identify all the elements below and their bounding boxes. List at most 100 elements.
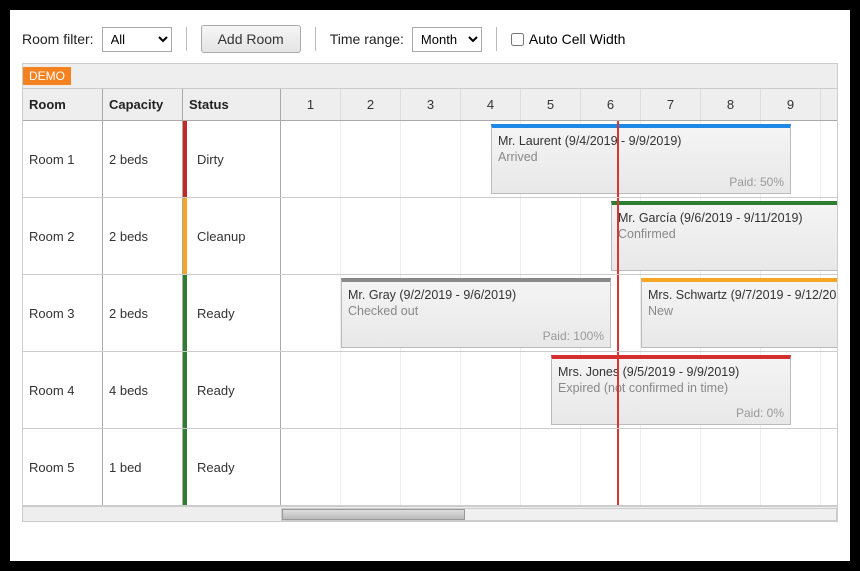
now-marker	[617, 121, 619, 197]
day-header: 6	[581, 89, 641, 120]
demo-badge: DEMO	[23, 67, 71, 85]
reservation-event[interactable]: Mr. García (9/6/2019 - 9/11/2019) Confirm…	[611, 201, 837, 271]
day-col	[401, 198, 461, 274]
day-col	[401, 429, 461, 505]
timeline-body[interactable]	[281, 429, 837, 505]
auto-cell-width-checkbox[interactable]	[511, 33, 524, 46]
status-text: Cleanup	[189, 229, 245, 244]
day-col	[281, 275, 341, 351]
row-left-cols: Room 32 beds Ready	[23, 275, 281, 351]
app-root: Room filter: All Add Room Time range: Mo…	[10, 10, 850, 561]
status-text: Dirty	[189, 152, 224, 167]
rows-container: Room 12 bedsDirtyMr. Laurent (9/4/2019 -…	[23, 121, 837, 506]
row-left-cols: Room 12 bedsDirty	[23, 121, 281, 197]
table-row: Room 32 beds Ready Mr. Gray (9/2/2019 - 9/…	[23, 275, 837, 352]
now-marker	[617, 275, 619, 351]
scheduler: DEMO Room Capacity Status 12345678910 Ro…	[22, 63, 838, 522]
auto-cell-width-label: Auto Cell Width	[529, 31, 625, 47]
event-title: Mrs. Jones (9/5/2019 - 9/9/2019)	[558, 365, 784, 379]
event-title: Mr. García (9/6/2019 - 9/11/2019)	[618, 211, 837, 225]
reservation-event[interactable]: Mr. Gray (9/2/2019 - 9/6/2019)Checked ou…	[341, 278, 611, 348]
event-paid: Paid: 100%	[543, 329, 604, 343]
reservation-event[interactable]: Mrs. Jones (9/5/2019 - 9/9/2019)Expired …	[551, 355, 791, 425]
status-color-bar	[183, 198, 187, 274]
timeline-grid	[281, 429, 837, 505]
day-header: 1	[281, 89, 341, 120]
cell-room: Room 2	[23, 198, 103, 274]
event-status: Confirmed	[618, 227, 837, 241]
cell-capacity: 4 beds	[103, 352, 183, 428]
scrollbar-track[interactable]	[281, 508, 837, 521]
day-col	[341, 429, 401, 505]
now-marker	[617, 352, 619, 428]
toolbar-separator	[496, 27, 497, 51]
day-header: 8	[701, 89, 761, 120]
reservation-event[interactable]: Mr. Laurent (9/4/2019 - 9/9/2019) Arrived…	[491, 124, 791, 194]
badge-row: DEMO	[23, 64, 837, 89]
day-col	[281, 429, 341, 505]
day-col	[761, 429, 821, 505]
event-status: Arrived	[498, 150, 784, 164]
table-row: Room 22 bedsCleanup Mr. García (9/6/2019 …	[23, 198, 837, 275]
status-text: Ready	[189, 460, 235, 475]
day-header: 9	[761, 89, 821, 120]
cell-room: Room 3	[23, 275, 103, 351]
table-row: Room 12 bedsDirty Mr. Laurent (9/4/2019 -…	[23, 121, 837, 198]
reservation-event[interactable]: Mrs. Schwartz (9/7/2019 - 9/12/2019) New	[641, 278, 837, 348]
row-left-cols: Room 22 bedsCleanup	[23, 198, 281, 274]
header-room: Room	[23, 89, 103, 120]
day-col	[461, 352, 521, 428]
day-header: 4	[461, 89, 521, 120]
day-col	[341, 198, 401, 274]
event-status: New	[648, 304, 837, 318]
scheduler-header-row: Room Capacity Status 12345678910	[23, 89, 837, 121]
day-header: 5	[521, 89, 581, 120]
status-color-bar	[183, 429, 187, 505]
cell-status: Ready	[183, 352, 281, 428]
day-col	[581, 429, 641, 505]
now-marker	[617, 198, 619, 274]
day-header: 10	[821, 89, 837, 120]
event-title: Mr. Laurent (9/4/2019 - 9/9/2019)	[498, 134, 784, 148]
day-col	[281, 121, 341, 197]
horizontal-scrollbar[interactable]	[23, 506, 837, 521]
day-col	[701, 429, 761, 505]
status-color-bar	[183, 275, 187, 351]
status-text: Ready	[189, 306, 235, 321]
day-col	[821, 121, 837, 197]
day-header: 3	[401, 89, 461, 120]
day-col	[641, 429, 701, 505]
cell-capacity: 2 beds	[103, 275, 183, 351]
table-row: Room 44 bedsReadyMrs. Jones (9/5/2019 - …	[23, 352, 837, 429]
room-filter-select[interactable]: All	[102, 27, 172, 52]
header-capacity: Capacity	[103, 89, 183, 120]
event-title: Mrs. Schwartz (9/7/2019 - 9/12/2019)	[648, 288, 837, 302]
auto-cell-width-wrap[interactable]: Auto Cell Width	[511, 31, 625, 47]
add-room-button[interactable]: Add Room	[201, 25, 301, 53]
day-col	[281, 198, 341, 274]
time-range-label: Time range:	[330, 31, 404, 47]
timeline-body[interactable]: Mr. García (9/6/2019 - 9/11/2019) Confirm…	[281, 198, 837, 274]
now-marker	[617, 429, 619, 505]
timeline-body[interactable]: Mr. Laurent (9/4/2019 - 9/9/2019) Arrived…	[281, 121, 837, 197]
timeline-body[interactable]: Mrs. Jones (9/5/2019 - 9/9/2019)Expired …	[281, 352, 837, 428]
day-col	[281, 352, 341, 428]
event-paid: Paid: 50%	[729, 175, 784, 189]
timeline-body[interactable]: Mr. Gray (9/2/2019 - 9/6/2019)Checked ou…	[281, 275, 837, 351]
cell-status: Cleanup	[183, 198, 281, 274]
day-col	[341, 352, 401, 428]
scrollbar-thumb[interactable]	[282, 509, 465, 520]
day-col	[821, 429, 837, 505]
time-range-select[interactable]: Month	[412, 27, 482, 52]
day-col	[821, 352, 837, 428]
day-header: 2	[341, 89, 401, 120]
cell-status: Dirty	[183, 121, 281, 197]
event-paid: Paid: 0%	[736, 406, 784, 420]
toolbar-separator	[315, 27, 316, 51]
day-col	[521, 198, 581, 274]
toolbar-separator	[186, 27, 187, 51]
day-col	[341, 121, 401, 197]
cell-room: Room 1	[23, 121, 103, 197]
day-header: 7	[641, 89, 701, 120]
day-col	[401, 121, 461, 197]
